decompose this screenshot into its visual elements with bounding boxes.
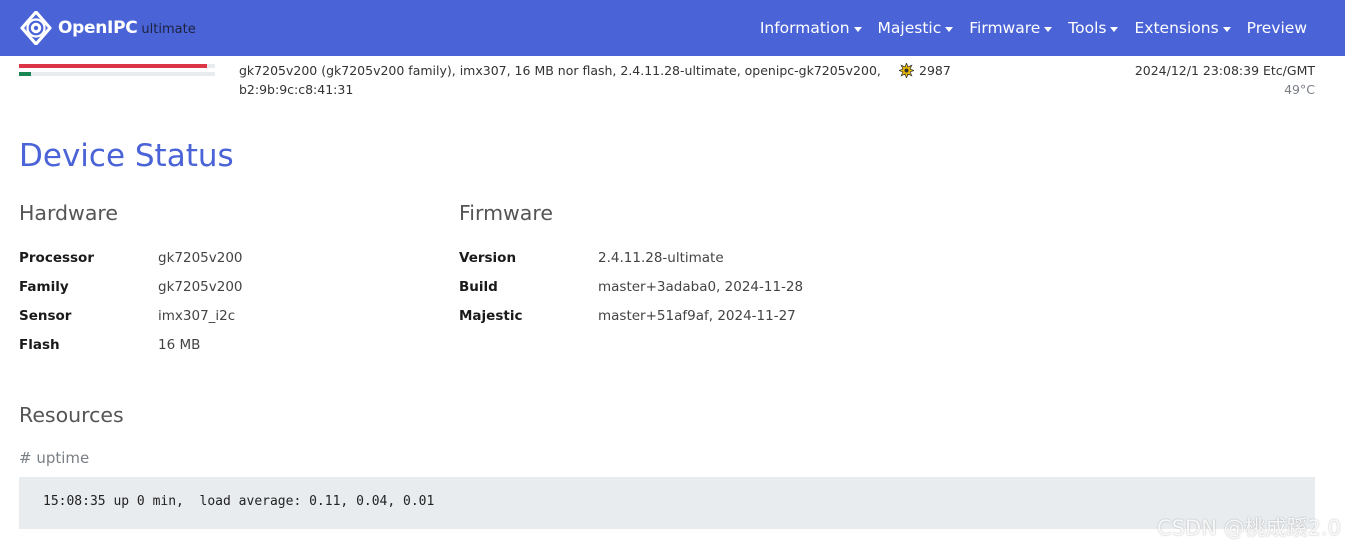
hardware-key: Family <box>19 279 69 295</box>
menu-majestic-label: Majestic <box>877 19 942 37</box>
hardware-row-flash: Flash 16 MB <box>19 331 243 360</box>
hardware-table: Processor gk7205v200 Family gk7205v200 S… <box>19 244 243 360</box>
firmware-table: Version 2.4.11.28-ultimate Build master+… <box>459 244 803 331</box>
current-datetime: 2024/12/1 23:08:39 Etc/GMT <box>1134 63 1315 78</box>
device-summary: gk7205v200 (gk7205v200 family), imx307, … <box>239 63 881 97</box>
hardware-key: Processor <box>19 250 94 266</box>
cpu-usage-fill <box>19 72 31 76</box>
hardware-row-processor: Processor gk7205v200 <box>19 244 243 273</box>
menu-preview-label: Preview <box>1246 19 1307 37</box>
watermark-text: CSDN @桃成蹊2.0 <box>1157 516 1341 540</box>
uptime-command-output: 15:08:35 up 0 min, load average: 0.11, 0… <box>19 477 1315 529</box>
firmware-key: Version <box>459 250 517 266</box>
hardware-key: Sensor <box>19 308 72 324</box>
menu-majestic[interactable]: Majestic <box>878 19 954 37</box>
uptime-seconds-value: 2987 <box>919 63 951 78</box>
brand-edition: ultimate <box>141 21 196 37</box>
menu-firmware[interactable]: Firmware <box>969 19 1053 37</box>
menu-firmware-label: Firmware <box>969 19 1041 37</box>
firmware-key: Majestic <box>459 308 523 324</box>
top-navbar: OpenIPC ultimate Information Majestic Fi… <box>0 0 1345 56</box>
hardware-value: gk7205v200 <box>158 250 243 266</box>
caret-down-icon <box>853 26 862 32</box>
menu-tools-label: Tools <box>1068 19 1107 37</box>
firmware-value: 2.4.11.28-ultimate <box>598 250 724 266</box>
memory-usage-fill <box>19 64 208 68</box>
menu-tools[interactable]: Tools <box>1068 19 1119 37</box>
main-menu: Information Majestic Firmware Tools Exte… <box>744 0 1307 56</box>
firmware-row-build: Build master+3adaba0, 2024-11-28 <box>459 273 803 302</box>
firmware-key: Build <box>459 279 498 295</box>
firmware-heading: Firmware <box>459 201 553 225</box>
hardware-row-sensor: Sensor imx307_i2c <box>19 302 243 331</box>
soc-temperature: 49°C <box>1284 82 1315 97</box>
firmware-value: master+3adaba0, 2024-11-28 <box>598 279 804 295</box>
menu-preview[interactable]: Preview <box>1247 19 1307 37</box>
resources-heading: Resources <box>19 403 124 427</box>
hardware-heading: Hardware <box>19 201 118 225</box>
caret-down-icon <box>1222 26 1231 32</box>
hardware-key: Flash <box>19 337 60 353</box>
hardware-value: 16 MB <box>158 337 201 353</box>
cpu-usage-bar <box>19 72 215 76</box>
openipc-logo-icon <box>20 11 52 45</box>
hardware-value: imx307_i2c <box>158 308 236 324</box>
uptime-command-label: # uptime <box>19 449 90 467</box>
datetime-block: 2024/12/1 23:08:39 Etc/GMT 49°C <box>1135 61 1315 99</box>
hardware-row-family: Family gk7205v200 <box>19 273 243 302</box>
menu-information[interactable]: Information <box>760 19 862 37</box>
caret-down-icon <box>1044 26 1053 32</box>
menu-extensions-label: Extensions <box>1134 19 1219 37</box>
firmware-row-majestic: Majestic master+51af9af, 2024-11-27 <box>459 302 803 331</box>
page-title: Device Status <box>19 138 234 174</box>
sun-burst-icon <box>899 63 914 78</box>
brand-logo-link[interactable]: OpenIPC ultimate <box>19 11 196 45</box>
firmware-row-version: Version 2.4.11.28-ultimate <box>459 244 803 273</box>
hardware-value: gk7205v200 <box>158 279 243 295</box>
firmware-value: master+51af9af, 2024-11-27 <box>598 308 796 324</box>
memory-usage-bar <box>19 64 215 68</box>
uptime-counter: 2987 <box>899 61 951 80</box>
menu-information-label: Information <box>759 19 850 37</box>
caret-down-icon <box>945 26 954 32</box>
brand-name: OpenIPC <box>58 18 138 38</box>
caret-down-icon <box>1110 26 1119 32</box>
menu-extensions[interactable]: Extensions <box>1134 19 1231 37</box>
